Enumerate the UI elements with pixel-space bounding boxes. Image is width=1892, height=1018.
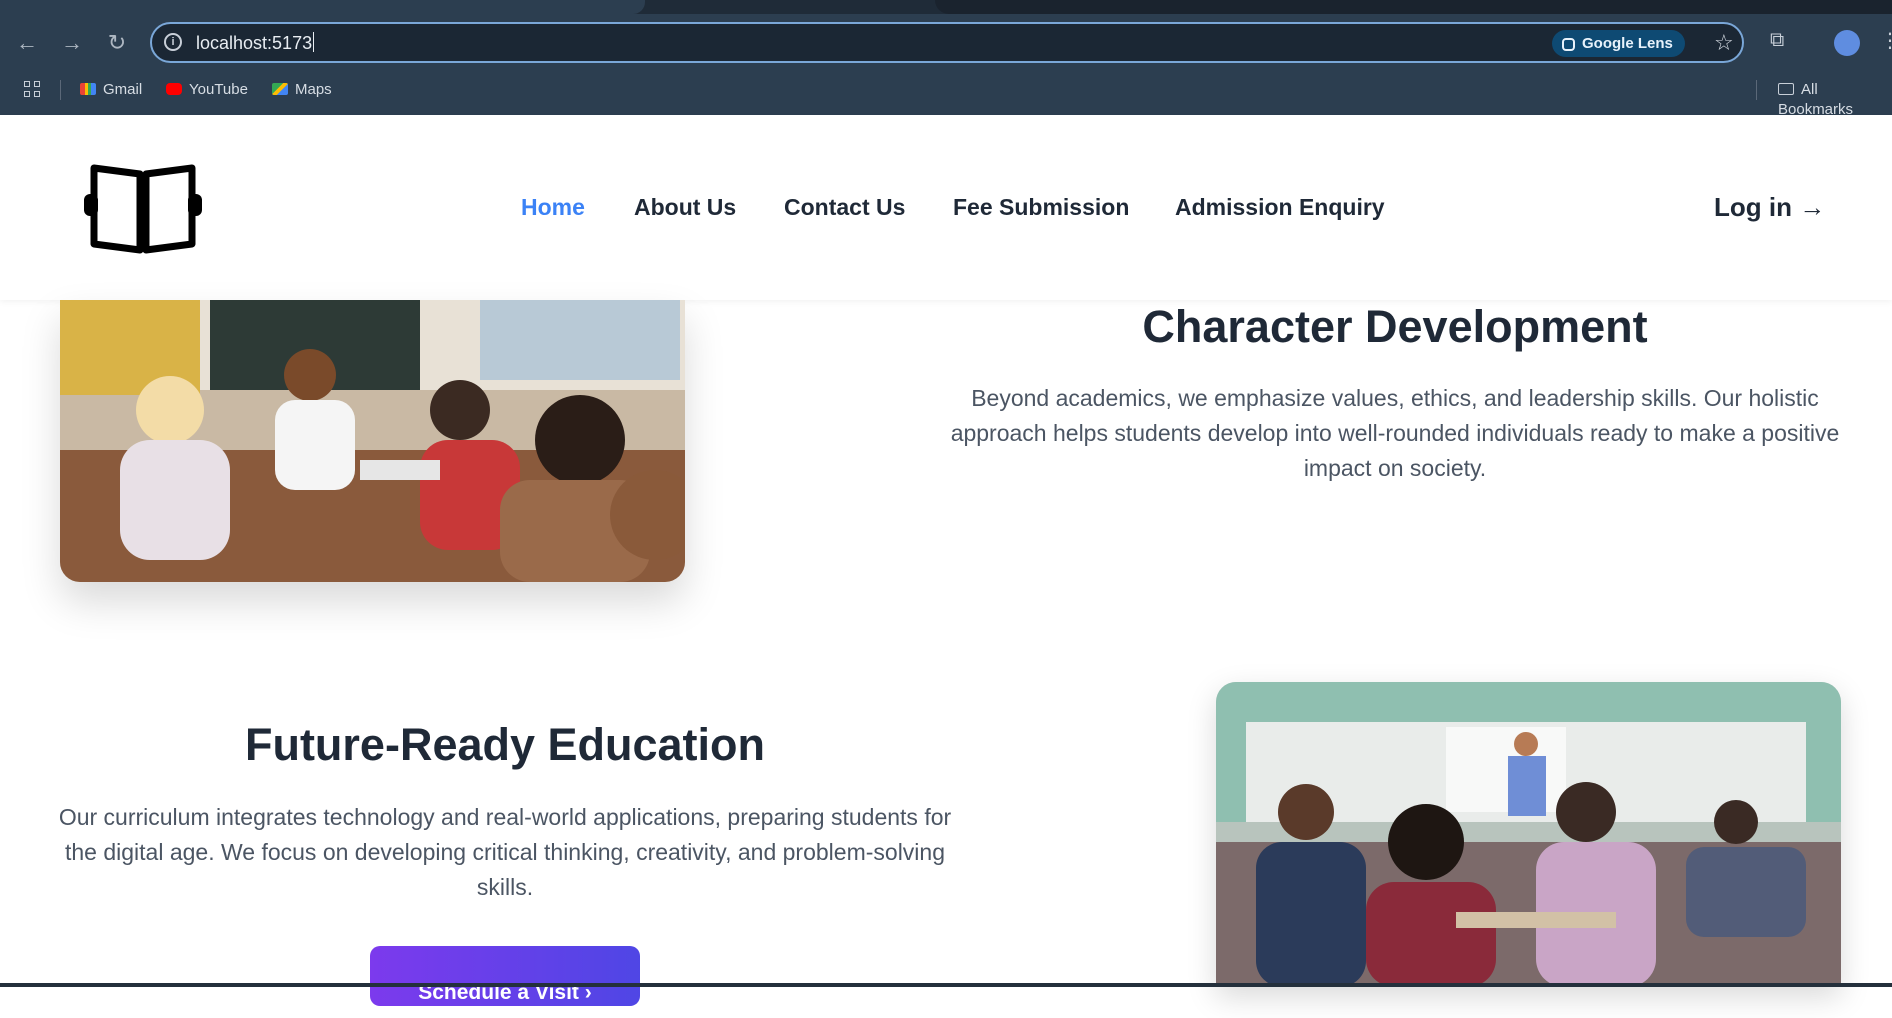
future-title: Future-Ready Education (244, 719, 766, 770)
future-text: Our curriculum integrates technology and… (58, 804, 952, 900)
active-tab[interactable] (0, 0, 645, 14)
lens-label: Google Lens (1582, 35, 1673, 52)
site-header (0, 115, 1892, 300)
bookmark-label: Gmail (103, 81, 143, 98)
nav-admission-enquiry[interactable]: Admission Enquiry (1175, 193, 1385, 221)
browser-chrome: ← → ↻ i localhost:5173 Google Lens ☆ ⧉ ⋮… (0, 0, 1892, 118)
open-book-logo-icon[interactable] (84, 160, 202, 254)
nav-about-us[interactable]: About Us (634, 193, 736, 221)
tab-strip (0, 0, 1892, 14)
reload-icon[interactable]: ↻ (104, 30, 130, 56)
apps-grid-icon[interactable] (24, 81, 42, 99)
bookmark-maps[interactable]: Maps (272, 80, 332, 100)
address-bar[interactable]: i localhost:5173 Google Lens ☆ (150, 22, 1744, 63)
login-link[interactable]: Log in → (1714, 191, 1825, 223)
gmail-icon (80, 83, 96, 95)
bookmark-label: YouTube (189, 81, 248, 98)
inactive-tab-area[interactable] (935, 0, 1892, 14)
lens-icon (1562, 38, 1575, 51)
classroom-photo-1 (60, 300, 685, 582)
maps-icon (272, 83, 288, 95)
character-text: Beyond academics, we emphasize values, e… (950, 385, 1840, 481)
profile-avatar[interactable] (1834, 30, 1860, 56)
back-icon[interactable]: ← (14, 30, 40, 56)
all-bookmarks[interactable]: All Bookmarks (1778, 80, 1892, 120)
bookmark-gmail[interactable]: Gmail (80, 80, 142, 100)
folder-icon (1778, 83, 1794, 95)
google-lens-button[interactable]: Google Lens (1552, 30, 1685, 57)
bottom-edge (0, 983, 1892, 987)
nav-contact-us[interactable]: Contact Us (784, 193, 905, 221)
menu-kebab-icon[interactable]: ⋮ (1880, 28, 1892, 53)
youtube-icon (166, 83, 182, 95)
bookmark-star-icon[interactable]: ☆ (1714, 28, 1734, 58)
schedule-visit-button[interactable]: Schedule a Visit › (370, 946, 640, 1006)
nav-home[interactable]: Home (521, 193, 585, 221)
site-info-icon[interactable]: i (164, 33, 182, 51)
forward-icon[interactable]: → (59, 30, 85, 56)
bookmarks-separator (60, 80, 61, 100)
classroom-photo-2 (1216, 682, 1841, 987)
bookmark-youtube[interactable]: YouTube (166, 80, 248, 100)
character-title: Character Development (1142, 301, 1648, 352)
bookmark-label: Maps (295, 81, 332, 98)
nav-fee-submission[interactable]: Fee Submission (953, 193, 1129, 221)
extensions-icon[interactable]: ⧉ (1770, 30, 1790, 50)
bookmarks-separator-right (1756, 80, 1757, 100)
url-text[interactable]: localhost:5173 (196, 32, 314, 54)
